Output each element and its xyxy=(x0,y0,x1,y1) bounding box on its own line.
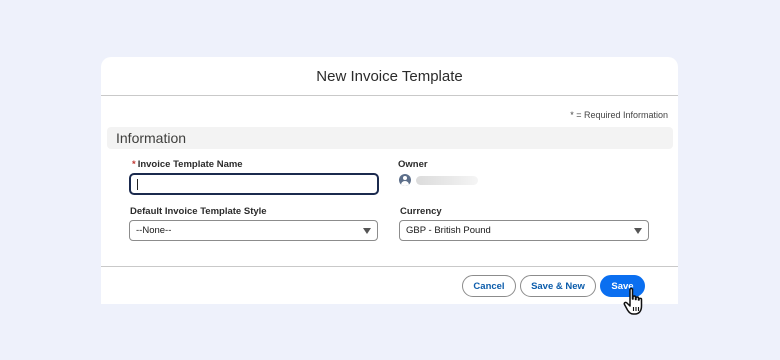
chevron-down-icon xyxy=(363,228,371,234)
information-section-header[interactable]: Information xyxy=(107,127,673,149)
currency-select[interactable]: GBP - British Pound xyxy=(399,220,649,241)
footer-divider xyxy=(101,266,678,267)
cancel-button[interactable]: Cancel xyxy=(462,275,516,297)
owner-value xyxy=(399,174,478,186)
currency-value: GBP - British Pound xyxy=(406,225,491,236)
hand-pointer-icon xyxy=(623,287,643,315)
default-template-style-select[interactable]: --None-- xyxy=(129,220,378,241)
text-caret xyxy=(137,179,138,190)
default-template-style-label: Default Invoice Template Style xyxy=(130,206,267,217)
user-avatar-icon xyxy=(399,174,411,186)
save-and-new-button[interactable]: Save & New xyxy=(520,275,596,297)
default-template-style-value: --None-- xyxy=(136,225,172,236)
section-title: Information xyxy=(116,130,187,146)
required-asterisk: * xyxy=(132,159,136,170)
owner-name-redacted xyxy=(416,175,478,185)
modal-title: New Invoice Template xyxy=(316,67,463,85)
invoice-template-name-input[interactable] xyxy=(129,173,379,195)
modal-header: New Invoice Template xyxy=(101,57,678,96)
currency-label: Currency xyxy=(400,206,442,217)
required-info-note: * = Required Information xyxy=(570,110,668,120)
chevron-down-icon xyxy=(634,228,642,234)
owner-label: Owner xyxy=(398,159,428,170)
invoice-template-name-label-text: Invoice Template Name xyxy=(137,159,243,170)
invoice-template-name-label: * Invoice Template Name xyxy=(132,159,243,170)
new-invoice-template-modal: New Invoice Template * = Required Inform… xyxy=(101,57,678,304)
